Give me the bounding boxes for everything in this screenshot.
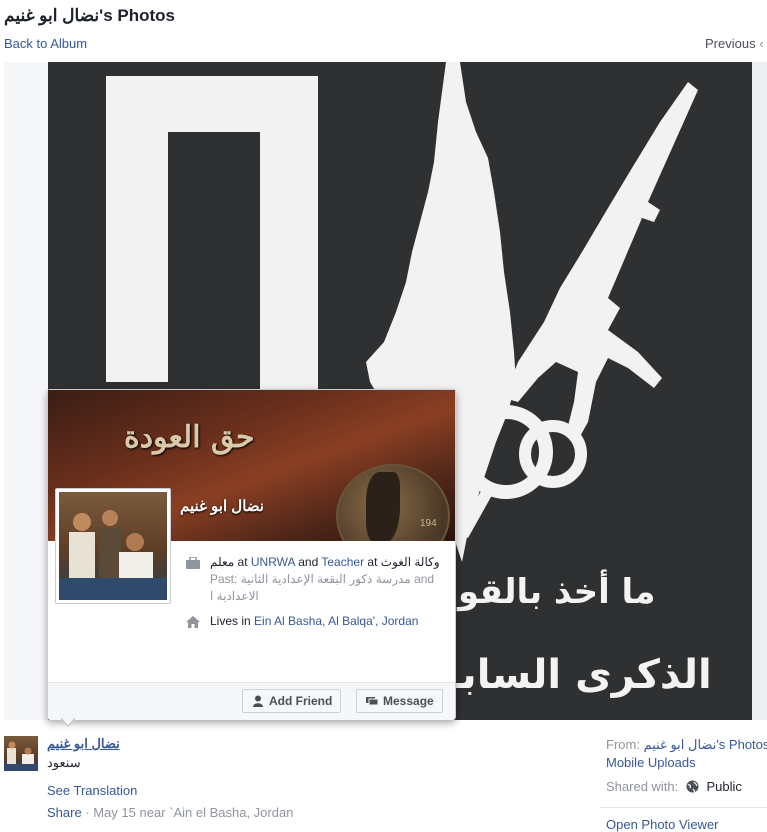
back-to-album-link[interactable]: Back to Album [4,36,87,51]
past-value2: الاعدادية ا [210,589,259,603]
past-row: Past: مدرسة ذكور البقعة الإعدادية الثاني… [210,571,448,605]
lives-place-link[interactable]: Ein Al Basha, Al Balqa', Jordan [254,614,418,628]
past-label: Past: [210,572,241,586]
sidebar-divider [600,807,767,808]
photo-caption-line1: ما أخذ بالقو [458,572,656,612]
lives-row: Lives in Ein Al Basha, Al Balqa', Jordan [186,613,448,630]
from-line: From: نضال ابو غنيم's Photos in [606,737,767,753]
album-link[interactable]: Mobile Uploads [606,755,767,770]
home-icon [186,616,200,628]
past-value: مدرسة ذكور البقعة الإعدادية الثانية [240,572,411,586]
past-and-text: and [410,572,435,586]
add-friend-icon [253,695,263,707]
photo-caption: سنعود [47,755,81,770]
work-and-text: and [294,555,322,569]
owner-name-link[interactable]: نضال ابو غنيم [47,736,120,752]
medal-map-graphic [366,472,400,541]
shared-value[interactable]: Public [707,779,742,794]
briefcase-icon [186,557,200,569]
photo-side-strip [752,62,767,720]
previous-label: Previous [705,36,756,51]
message-label: Message [383,694,434,708]
work-org-link[interactable]: UNRWA [251,555,295,569]
owner-avatar[interactable] [4,736,38,771]
profile-hovercard: حق العودة 194 نضال ابو غنيم معلم at UNRW… [47,389,456,720]
message-button[interactable]: Message [356,689,443,713]
shared-with-line: Shared with: Public [606,779,742,794]
message-icon [366,697,378,706]
work-at-text: at [234,555,251,569]
previous-link[interactable]: Previous ‹ [705,36,764,51]
work-row: معلم at UNRWA and Teacher at وكالة الغوث… [186,554,448,605]
lives-label: Lives in [210,614,255,628]
cover-title: حق العودة [124,420,255,455]
share-link[interactable]: Share [47,805,82,820]
hovercard-arrow-fill [61,717,75,725]
photo-sidebar: From: نضال ابو غنيم's Photos in Mobile U… [600,737,767,832]
post-date-location: · May 15 near `Ain el Basha, Jordan [81,805,294,820]
from-label: From: [606,737,644,752]
photo-caption-line2: الذكرى السابـ [448,652,712,698]
shared-label: Shared with: [606,779,679,794]
post-meta: Share · May 15 near `Ain el Basha, Jorda… [47,805,293,820]
add-friend-button[interactable]: Add Friend [242,689,342,713]
work-role: معلم [210,555,235,569]
profile-info: معلم at UNRWA and Teacher at وكالة الغوث… [186,554,448,638]
work-role2-link[interactable]: Teacher [321,555,364,569]
avatar-photo [59,492,167,600]
page-title: نضال ابو غنيم's Photos [4,6,175,25]
work-org2-link[interactable]: وكالة الغوث [381,555,440,569]
chevron-left-icon: ‹ [759,36,764,51]
work-at2-text: at [364,555,381,569]
globe-icon [686,780,699,793]
open-photo-viewer-link[interactable]: Open Photo Viewer [606,817,719,832]
from-photos-link[interactable]: نضال ابو غنيم's Photos in [644,737,767,752]
see-translation-link[interactable]: See Translation [47,783,137,798]
profile-avatar[interactable] [55,488,171,604]
add-friend-label: Add Friend [269,694,333,708]
hovercard-footer: Add Friend Message [48,682,455,720]
medal-number: 194 [420,518,437,529]
profile-name[interactable]: نضال ابو غنيم [180,497,264,515]
